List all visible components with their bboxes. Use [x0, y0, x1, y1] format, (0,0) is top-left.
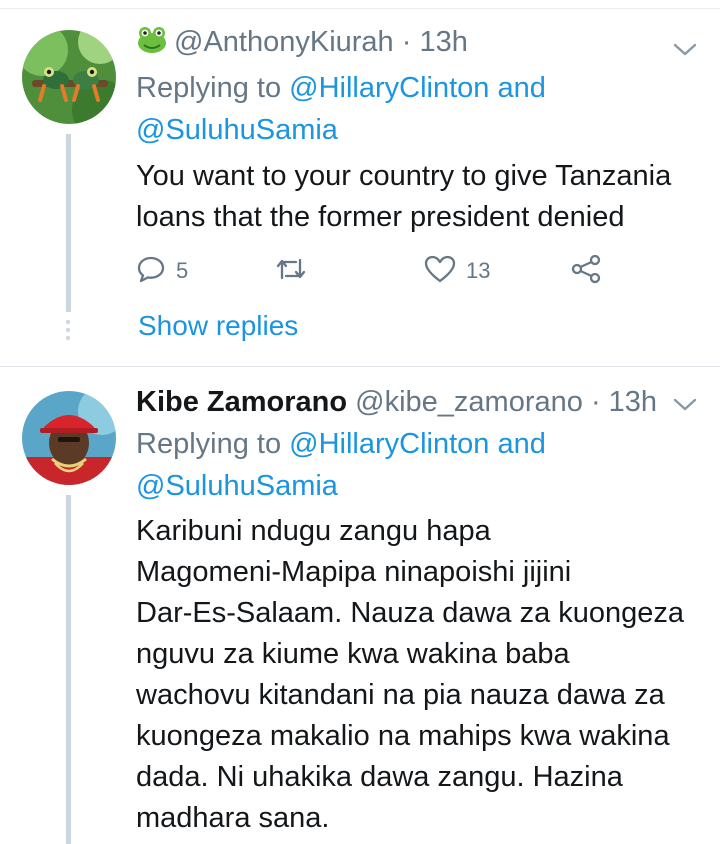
mention-link[interactable]: @SuluhuSamia [136, 468, 338, 504]
tweet-text-line: You want to your country to give Tanzani… [136, 160, 672, 192]
tweet-text-line: madhara sana. [136, 802, 330, 834]
mention-and[interactable]: and [498, 72, 546, 104]
reply-button[interactable]: 5 [136, 254, 188, 288]
mention-link[interactable]: @HillaryClinton [289, 428, 489, 460]
tweet-text-line: wachovu kitandani na pia nauza dawa za [136, 679, 665, 711]
thread-dots [66, 320, 71, 344]
frog-icon [136, 26, 168, 63]
display-name[interactable]: Kibe Zamorano [136, 386, 347, 418]
show-replies-link[interactable]: Show replies [138, 310, 298, 342]
tweet-text-line: dada. Ni uhakika dawa zangu. Hazina [136, 761, 623, 793]
replying-label: Replying to [136, 72, 282, 104]
tweet-text-line: nguvu za kiume kwa wakina baba [136, 638, 570, 670]
tweet-header: @AnthonyKiurah · 13h [136, 24, 468, 63]
retweet-icon [274, 254, 308, 289]
tweet-text-line: Magomeni-Mapipa ninapoishi jijini [136, 556, 572, 588]
chevron-down-icon[interactable] [672, 395, 698, 415]
tweet-text-line: loans that the former president denied [136, 201, 625, 233]
like-count: 13 [466, 258, 491, 283]
user-handle[interactable]: @AnthonyKiurah [174, 26, 394, 58]
tweet-actions: 5 13 [136, 254, 616, 288]
avatar[interactable] [22, 391, 116, 485]
heart-icon [424, 254, 456, 289]
share-button[interactable] [570, 254, 602, 288]
user-handle[interactable]: @kibe_zamorano [355, 386, 583, 418]
mention-and[interactable]: and [498, 428, 546, 460]
retweet-button[interactable] [274, 254, 308, 288]
reply-count: 5 [176, 258, 189, 283]
like-button[interactable]: 13 [424, 254, 490, 288]
thread-line [66, 134, 71, 312]
mention-link[interactable]: @SuluhuSamia [136, 112, 338, 148]
share-icon [570, 254, 602, 289]
mention-link[interactable]: @HillaryClinton [289, 72, 489, 104]
reply-icon [136, 254, 166, 289]
tweet-text-line: Karibuni ndugu zangu hapa [136, 515, 491, 547]
avatar[interactable] [22, 30, 116, 124]
chevron-down-icon[interactable] [672, 40, 698, 60]
tweet-header: Kibe Zamorano @kibe_zamorano · 13h [136, 384, 657, 420]
tweet-kibe[interactable]: Kibe Zamorano @kibe_zamorano · 13h Reply… [0, 367, 720, 844]
tweet-text-line: Dar-Es-Salaam. Nauza dawa za kuongeza [136, 597, 685, 629]
timestamp[interactable]: · 13h [591, 386, 657, 418]
timestamp[interactable]: · 13h [402, 26, 468, 58]
replying-to: Replying to @HillaryClinton and [136, 426, 546, 462]
replying-to: Replying to @HillaryClinton and [136, 70, 546, 106]
thread-line [66, 495, 71, 844]
tweet-text-line: kuongeza makalio na mahips kwa wakina [136, 720, 670, 752]
replying-label: Replying to [136, 428, 282, 460]
tweet-anthony[interactable]: @AnthonyKiurah · 13h Replying to @Hillar… [0, 8, 720, 367]
